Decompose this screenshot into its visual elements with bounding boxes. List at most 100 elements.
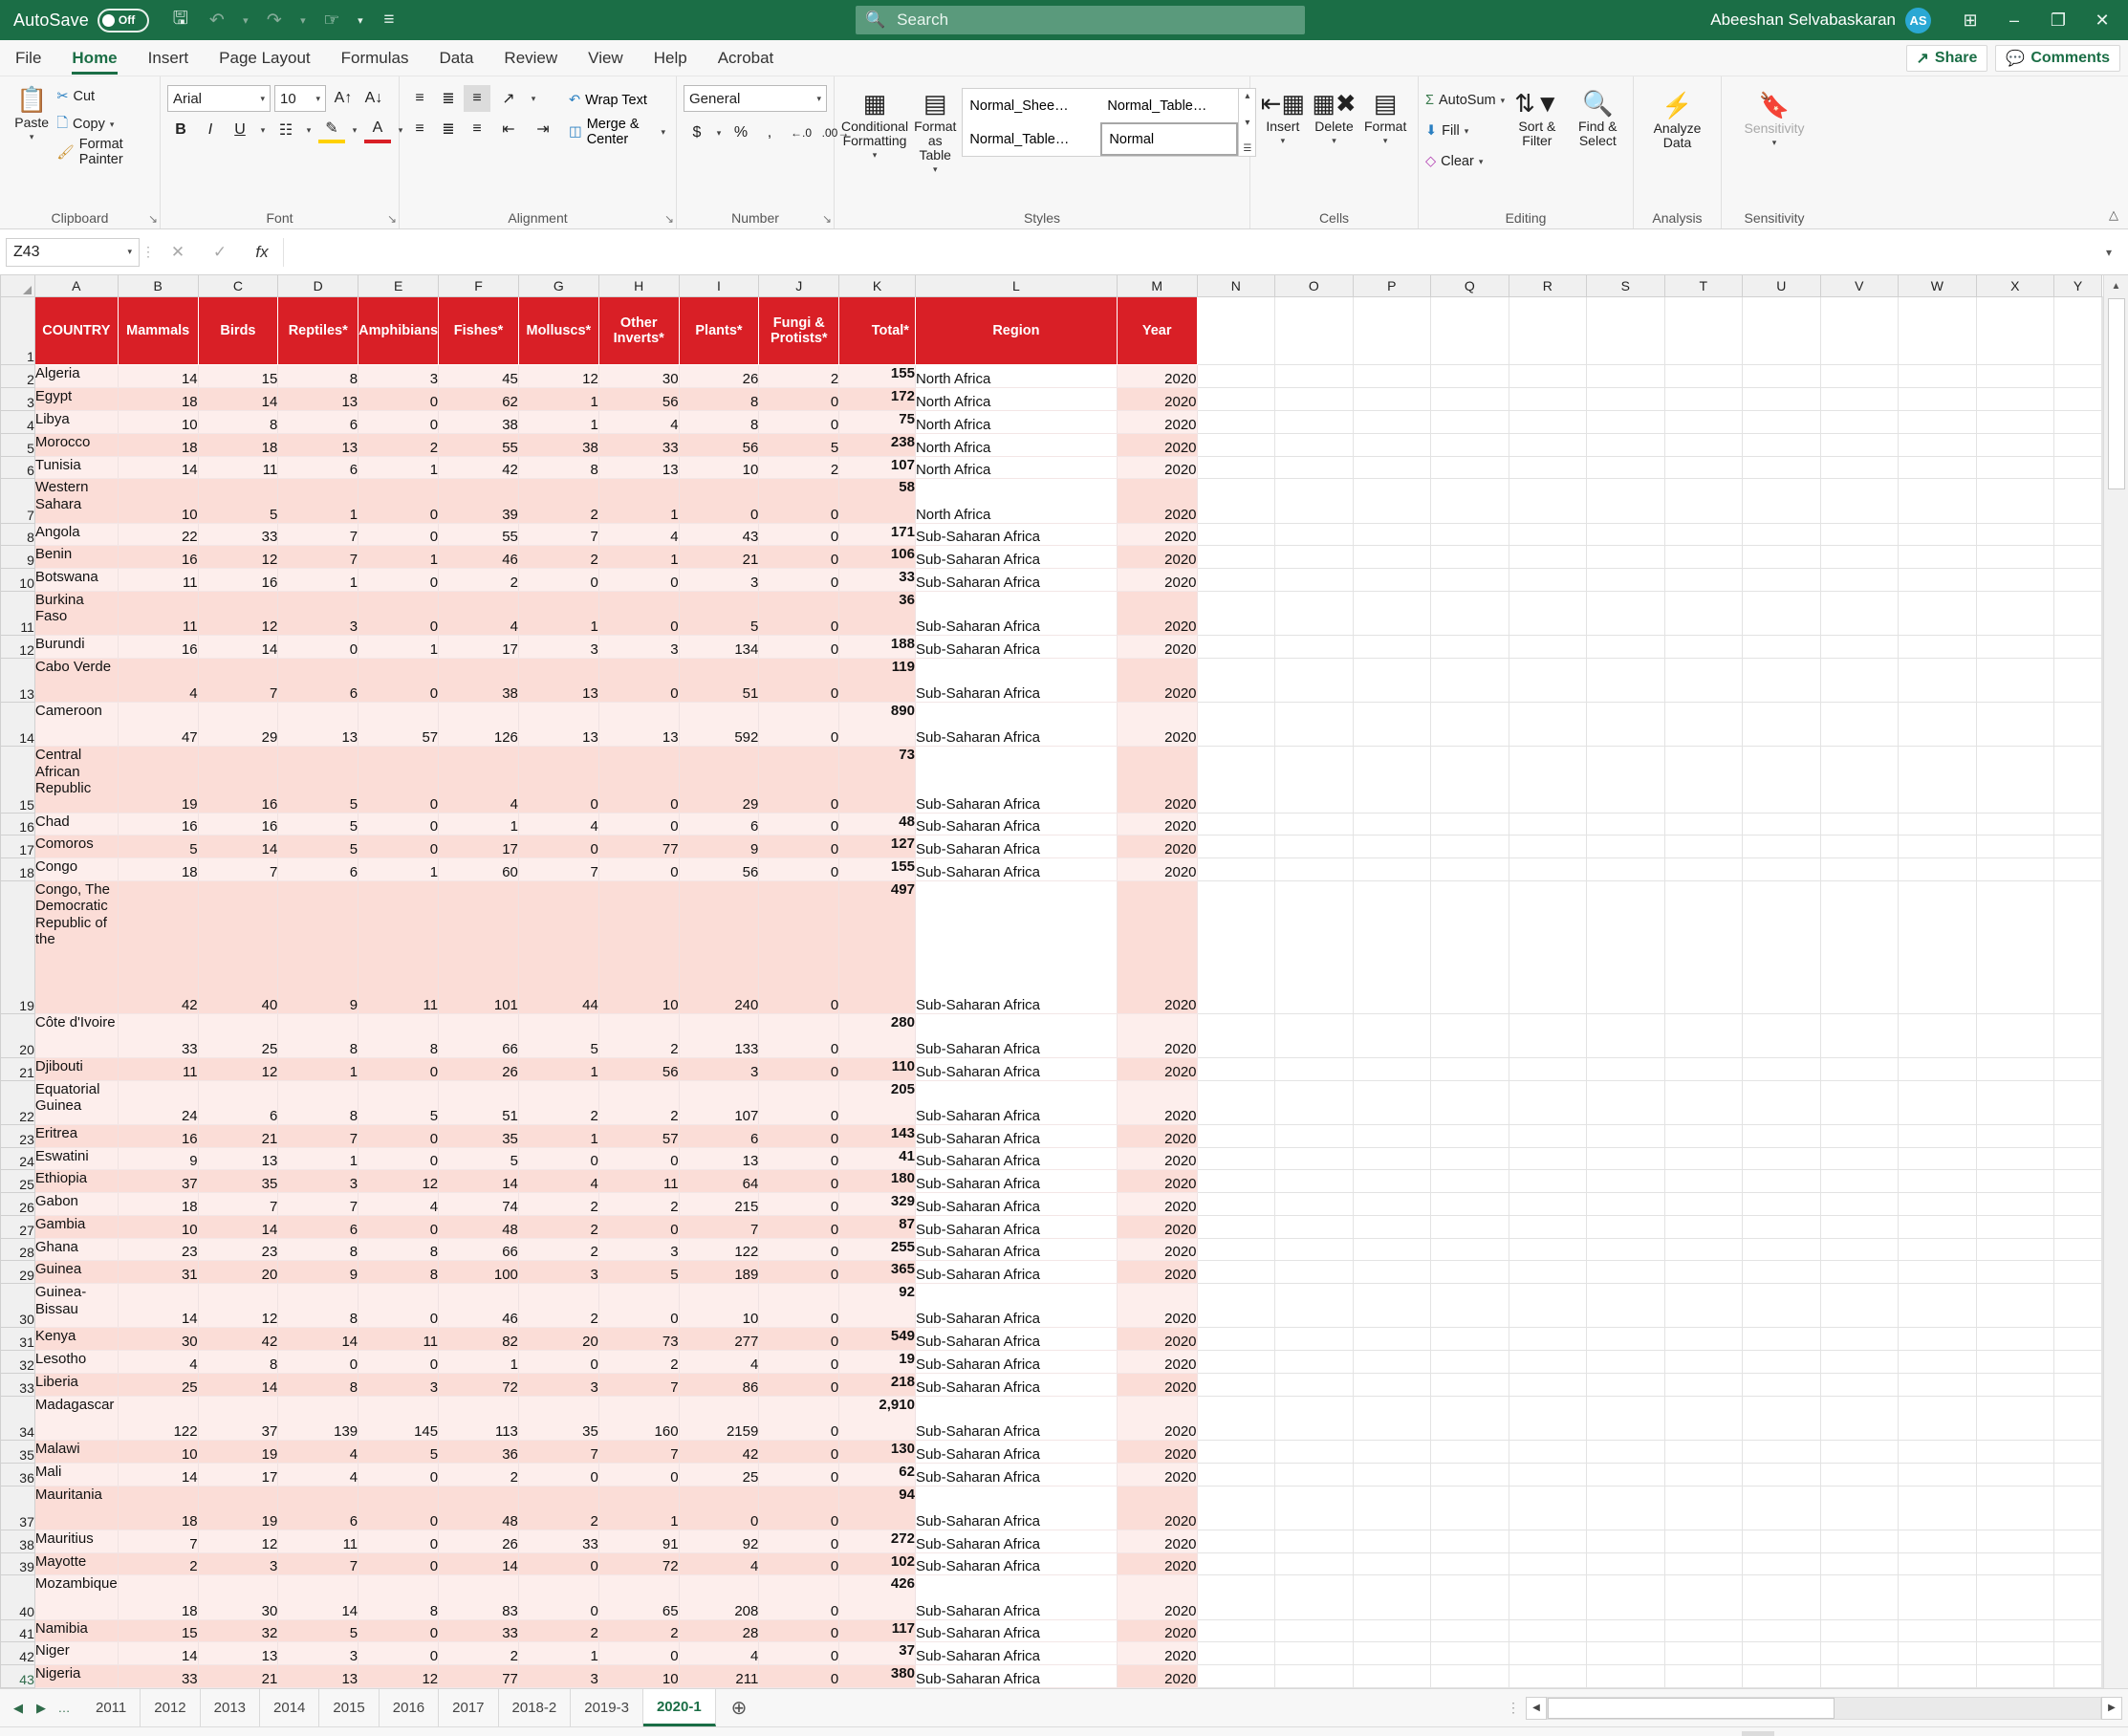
empty-cell[interactable] [2053, 1574, 2102, 1620]
value-cell[interactable]: 122 [118, 1396, 199, 1442]
empty-cell[interactable] [1664, 568, 1744, 592]
empty-cell[interactable] [1898, 1574, 1977, 1620]
sensitivity-chevron-down-icon[interactable]: ▾ [1772, 138, 1777, 148]
empty-cell[interactable] [1430, 1574, 1509, 1620]
empty-cell[interactable] [1742, 387, 1821, 411]
column-header-N[interactable]: N [1196, 275, 1276, 297]
value-cell[interactable]: 45 [438, 364, 519, 389]
empty-cell[interactable] [1430, 835, 1509, 859]
value-cell[interactable]: 0 [598, 1283, 680, 1329]
empty-cell[interactable] [1664, 387, 1744, 411]
value-cell[interactable]: 9 [277, 1260, 359, 1285]
year-cell[interactable]: 2020 [1117, 433, 1198, 457]
value-cell[interactable]: 14 [118, 364, 199, 389]
value-cell[interactable]: 8 [277, 1283, 359, 1329]
empty-cell[interactable] [1509, 591, 1588, 637]
total-cell[interactable]: 365 [838, 1260, 916, 1285]
empty-cell[interactable] [1197, 746, 1276, 814]
region-cell[interactable]: North Africa [915, 364, 1118, 389]
value-cell[interactable]: 32 [198, 1619, 279, 1643]
empty-cell[interactable] [1898, 1169, 1977, 1194]
number-format-chevron-down-icon[interactable]: ▾ [816, 94, 821, 104]
empty-cell[interactable] [1976, 1169, 2055, 1194]
value-cell[interactable]: 0 [358, 1215, 440, 1239]
row-header[interactable]: 34 [0, 1395, 35, 1442]
total-cell[interactable]: 172 [838, 387, 916, 411]
clipboard-dialog-launcher-icon[interactable]: ↘ [148, 212, 158, 226]
empty-cell[interactable] [1820, 880, 1900, 1014]
value-cell[interactable]: 3 [598, 635, 680, 659]
empty-cell[interactable] [1742, 1463, 1821, 1486]
value-cell[interactable]: 4 [118, 1350, 199, 1375]
value-cell[interactable]: 13 [277, 1664, 359, 1688]
merge-center-button[interactable]: ◫ Merge & Center ▾ [565, 117, 669, 147]
empty-cell[interactable] [1976, 1486, 2055, 1530]
value-cell[interactable]: 21 [198, 1124, 279, 1148]
country-cell[interactable]: Western Sahara [34, 478, 119, 524]
empty-cell[interactable] [1353, 1664, 1432, 1688]
value-cell[interactable]: 7 [118, 1530, 199, 1553]
empty-cell[interactable] [1430, 523, 1509, 547]
value-cell[interactable]: 8 [358, 1574, 440, 1620]
value-cell[interactable]: 126 [438, 702, 519, 748]
value-cell[interactable]: 6 [277, 410, 359, 434]
empty-cell[interactable] [1586, 702, 1665, 748]
empty-cell[interactable] [1353, 364, 1432, 389]
confirm-icon[interactable]: ✓ [199, 238, 241, 267]
empty-cell[interactable] [1976, 1283, 2055, 1329]
value-cell[interactable]: 33 [118, 1664, 199, 1688]
empty-cell[interactable] [1976, 857, 2055, 881]
empty-cell[interactable] [1664, 1463, 1744, 1486]
region-cell[interactable]: Sub-Saharan Africa [915, 835, 1118, 859]
value-cell[interactable]: 10 [598, 880, 680, 1014]
empty-cell[interactable] [1509, 658, 1588, 704]
value-cell[interactable]: 56 [598, 1057, 680, 1081]
value-cell[interactable]: 1 [358, 635, 440, 659]
empty-cell[interactable] [1742, 545, 1821, 570]
empty-cell[interactable] [2053, 880, 2102, 1014]
vertical-scroll-thumb[interactable] [2107, 298, 2125, 489]
value-cell[interactable]: 82 [438, 1327, 519, 1352]
column-header-T[interactable]: T [1663, 275, 1744, 297]
value-cell[interactable]: 30 [598, 364, 680, 389]
value-cell[interactable]: 0 [358, 1641, 440, 1666]
region-cell[interactable]: Sub-Saharan Africa [915, 1530, 1118, 1553]
empty-cell[interactable] [1586, 1486, 1665, 1530]
region-cell[interactable]: Sub-Saharan Africa [915, 1396, 1118, 1442]
empty-cell[interactable] [1898, 635, 1977, 659]
value-cell[interactable]: 7 [198, 1192, 279, 1216]
empty-cell[interactable] [1664, 1147, 1744, 1171]
empty-cell[interactable] [1274, 1486, 1354, 1530]
value-cell[interactable]: 1 [598, 1486, 680, 1530]
empty-cell[interactable] [1898, 835, 1977, 859]
region-cell[interactable]: Sub-Saharan Africa [915, 568, 1118, 592]
value-cell[interactable]: 46 [438, 545, 519, 570]
font-size-chevron-down-icon[interactable]: ▾ [315, 94, 320, 104]
value-cell[interactable]: 14 [198, 1215, 279, 1239]
column-title-cell[interactable]: Fungi & Protists* [758, 296, 840, 366]
value-cell[interactable]: 19 [198, 1440, 279, 1464]
empty-cell[interactable] [2053, 1619, 2102, 1643]
empty-cell[interactable] [1664, 1664, 1744, 1688]
value-cell[interactable]: 0 [758, 1080, 840, 1125]
empty-cell[interactable] [1898, 296, 1977, 366]
empty-cell[interactable] [1742, 410, 1821, 434]
total-cell[interactable]: 94 [838, 1486, 916, 1530]
region-cell[interactable]: Sub-Saharan Africa [915, 1619, 1118, 1643]
empty-cell[interactable] [1197, 591, 1276, 637]
empty-cell[interactable] [1197, 1463, 1276, 1486]
orientation-icon[interactable]: ↗ [492, 85, 525, 112]
total-cell[interactable]: 426 [838, 1574, 916, 1620]
empty-cell[interactable] [1976, 880, 2055, 1014]
row-header[interactable]: 5 [0, 432, 35, 457]
empty-cell[interactable] [1197, 433, 1276, 457]
empty-cell[interactable] [1353, 1192, 1432, 1216]
row-header[interactable]: 40 [0, 1574, 35, 1620]
empty-cell[interactable] [1353, 857, 1432, 881]
empty-cell[interactable] [1509, 1057, 1588, 1081]
empty-cell[interactable] [1898, 545, 1977, 570]
value-cell[interactable]: 14 [118, 1463, 199, 1486]
empty-cell[interactable] [2053, 635, 2102, 659]
value-cell[interactable]: 0 [277, 1350, 359, 1375]
value-cell[interactable]: 3 [518, 1664, 599, 1688]
